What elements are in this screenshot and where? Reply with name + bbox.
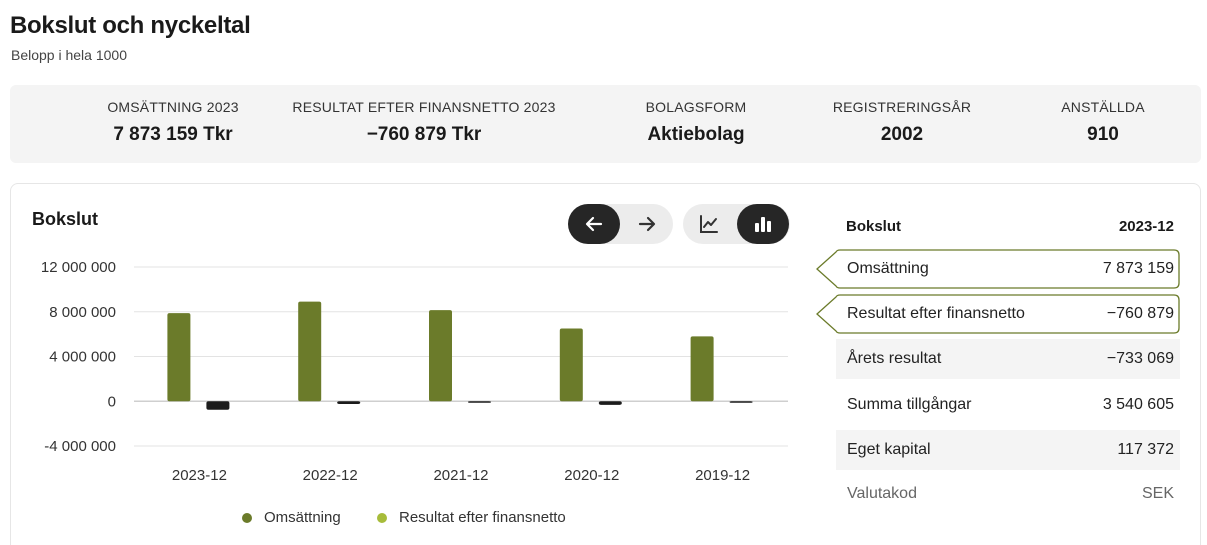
table-header: Bokslut 2023-12 bbox=[836, 215, 1180, 237]
legend-dot bbox=[242, 512, 252, 523]
kpi-employees: ANSTÄLLDA 910 bbox=[1020, 85, 1186, 163]
row-value: 7 873 159 bbox=[1102, 260, 1174, 277]
kpi-bar: OMSÄTTNING 2023 7 873 159 Tkr RESULTAT E… bbox=[10, 85, 1201, 163]
kpi-result: RESULTAT EFTER FINANSNETTO 2023 −760 879… bbox=[290, 85, 558, 163]
period-nav-group bbox=[568, 204, 673, 244]
bar-revenue bbox=[690, 336, 714, 402]
legend-label: Resultat efter finansnetto bbox=[399, 509, 566, 526]
legend-item-revenue[interactable]: Omsättning bbox=[242, 509, 341, 526]
table-header-label: Bokslut bbox=[846, 218, 902, 235]
table-header-period: 2023-12 bbox=[1118, 218, 1174, 235]
row-label: Valutakod bbox=[847, 485, 917, 502]
kpi-value: 2002 bbox=[880, 124, 924, 145]
row-value: SEK bbox=[1141, 485, 1174, 502]
row-value: −760 879 bbox=[1106, 305, 1174, 322]
arrow-right-icon bbox=[638, 216, 656, 232]
bar-result bbox=[206, 401, 230, 410]
bar-revenue bbox=[167, 313, 191, 402]
row-label: Resultat efter finansnetto bbox=[847, 305, 1025, 322]
arrow-left-icon bbox=[585, 216, 603, 232]
bar-result bbox=[468, 401, 491, 403]
row-label: Eget kapital bbox=[847, 441, 931, 458]
y-tick-label: -4 000 000 bbox=[44, 438, 116, 455]
page-subtitle: Belopp i hela 1000 bbox=[11, 47, 127, 63]
bar-view-button[interactable] bbox=[737, 204, 789, 244]
kpi-value: 7 873 159 Tkr bbox=[113, 124, 233, 145]
row-value: 117 372 bbox=[1117, 441, 1174, 458]
y-tick-label: 8 000 000 bbox=[49, 304, 116, 321]
x-tick-label: 2019-12 bbox=[695, 467, 750, 484]
bar-result bbox=[337, 401, 361, 405]
kpi-company-form: BOLAGSFORM Aktiebolag bbox=[606, 85, 786, 163]
kpi-registration-year: REGISTRERINGSÅR 2002 bbox=[810, 85, 994, 163]
y-tick-label: 12 000 000 bbox=[41, 259, 116, 276]
y-tick-label: 4 000 000 bbox=[49, 349, 116, 366]
kpi-value: Aktiebolag bbox=[647, 124, 745, 145]
table-row-total-assets[interactable]: Summa tillgångar 3 540 605 bbox=[836, 385, 1180, 425]
table-row-currency: Valutakod SEK bbox=[836, 474, 1180, 514]
x-tick-label: 2023-12 bbox=[172, 467, 227, 484]
kpi-label: REGISTRERINGSÅR bbox=[832, 99, 972, 115]
kpi-label: BOLAGSFORM bbox=[645, 99, 747, 115]
page-title: Bokslut och nyckeltal bbox=[10, 12, 251, 39]
x-tick-label: 2022-12 bbox=[303, 467, 358, 484]
legend-dot bbox=[377, 512, 387, 523]
bar-revenue bbox=[429, 310, 452, 402]
table-row-equity[interactable]: Eget kapital 117 372 bbox=[836, 430, 1180, 470]
next-period-button[interactable] bbox=[621, 204, 673, 244]
row-value: 3 540 605 bbox=[1102, 396, 1174, 413]
bar-revenue bbox=[559, 328, 583, 402]
bar-chart-icon bbox=[755, 217, 771, 232]
previous-period-button[interactable] bbox=[568, 204, 620, 244]
table-row-result[interactable]: Resultat efter finansnetto −760 879 bbox=[816, 294, 1180, 334]
row-label: Årets resultat bbox=[847, 350, 942, 367]
table-row-revenue[interactable]: Omsättning 7 873 159 bbox=[816, 249, 1180, 289]
kpi-label: OMSÄTTNING 2023 bbox=[107, 99, 239, 115]
chart-view-group bbox=[683, 204, 790, 244]
legend-item-result[interactable]: Resultat efter finansnetto bbox=[377, 509, 566, 526]
chart-title: Bokslut bbox=[32, 209, 99, 229]
line-view-button[interactable] bbox=[683, 204, 735, 244]
bar-result bbox=[598, 401, 622, 405]
bar-revenue bbox=[298, 301, 322, 402]
kpi-label: ANSTÄLLDA bbox=[1061, 99, 1145, 115]
y-tick-label: 0 bbox=[108, 393, 116, 410]
line-chart-icon bbox=[700, 215, 718, 233]
kpi-revenue: OMSÄTTNING 2023 7 873 159 Tkr bbox=[50, 85, 296, 163]
row-label: Summa tillgångar bbox=[847, 396, 972, 413]
row-value: −733 069 bbox=[1106, 350, 1174, 367]
kpi-label: RESULTAT EFTER FINANSNETTO 2023 bbox=[292, 99, 556, 115]
x-tick-label: 2020-12 bbox=[564, 467, 619, 484]
bar-result bbox=[729, 401, 753, 403]
kpi-value: −760 879 Tkr bbox=[366, 124, 482, 145]
kpi-value: 910 bbox=[1087, 124, 1119, 145]
x-tick-label: 2021-12 bbox=[433, 467, 488, 484]
legend-label: Omsättning bbox=[264, 509, 341, 526]
row-label: Omsättning bbox=[847, 260, 929, 277]
bar-chart: 12 000 000 8 000 000 4 000 000 0 -4 000 000 2… bbox=[41, 259, 788, 484]
table-row-net-income[interactable]: Årets resultat −733 069 bbox=[836, 339, 1180, 379]
